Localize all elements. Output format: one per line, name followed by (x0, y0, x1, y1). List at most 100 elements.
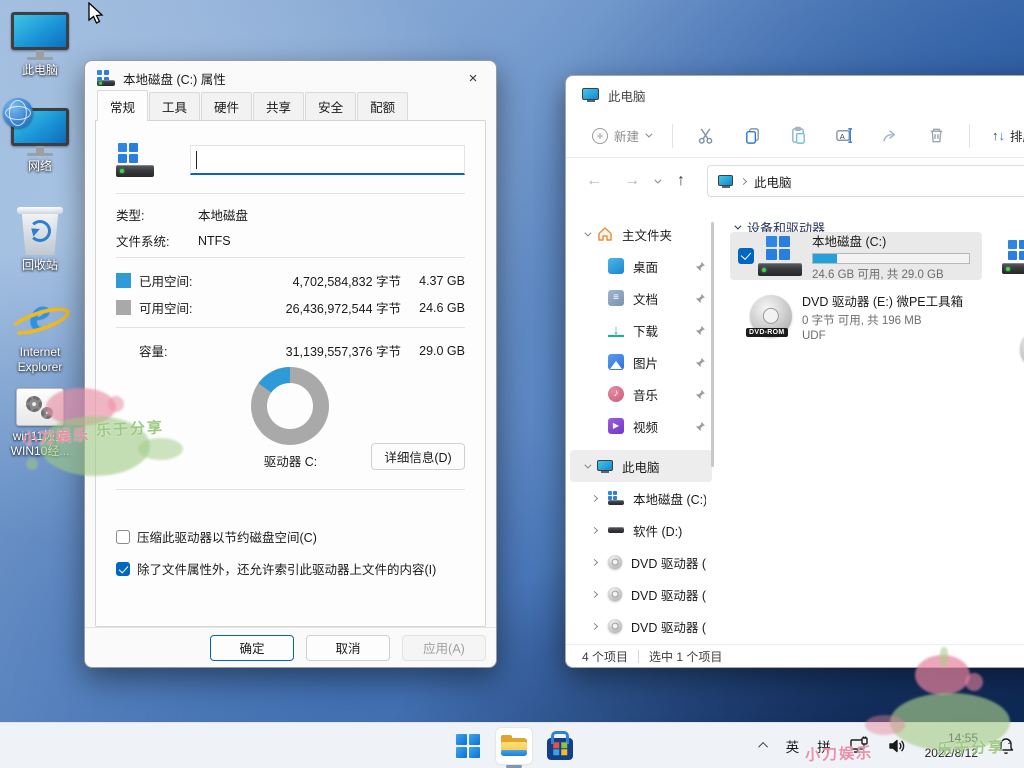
new-button[interactable]: + 新建 (584, 120, 658, 151)
desktop-icon-recycle-bin[interactable]: 回收站 (2, 205, 78, 273)
expand-chevron-icon[interactable] (591, 558, 598, 565)
sidebar-item-drive-c[interactable]: 本地磁盘 (C:) (570, 482, 712, 514)
drive-tile-dvd-e[interactable]: DVD-ROM DVD 驱动器 (E:) 微PE工具箱 0 字节 可用, 共 1… (730, 292, 982, 340)
share-icon (881, 126, 900, 145)
ok-button[interactable]: 确定 (210, 635, 294, 661)
tab-general[interactable]: 常规 (97, 90, 148, 121)
up-icon[interactable]: ↑ (669, 172, 693, 190)
forward-icon[interactable]: → (620, 172, 644, 190)
copy-button[interactable] (733, 120, 771, 152)
chevron-down-icon (645, 131, 652, 138)
index-checkbox[interactable] (116, 562, 130, 576)
dvd-icon (608, 587, 622, 601)
drive-icon-large (116, 143, 156, 177)
cut-button[interactable] (687, 120, 725, 152)
sidebar-item-documents[interactable]: ≡ 文档 (570, 282, 712, 314)
tab-hardware[interactable]: 硬件 (201, 92, 252, 121)
breadcrumb-this-pc[interactable]: 此电脑 (754, 172, 792, 191)
back-icon[interactable]: ← (582, 172, 606, 190)
expand-chevron-icon[interactable] (591, 494, 598, 501)
pin-icon (695, 421, 706, 432)
sidebar-item-pictures[interactable]: 图片 (570, 346, 712, 378)
this-pc-icon (11, 12, 69, 60)
free-space-swatch (116, 300, 131, 315)
compress-checkbox[interactable] (116, 530, 130, 544)
drive-tile-partial[interactable] (1020, 329, 1024, 369)
desktop-icon-label: 网络 (2, 159, 78, 174)
sidebar-scrollbar[interactable] (711, 222, 714, 467)
drive-info: 0 字节 可用, 共 196 MB (802, 312, 978, 328)
drive-c-icon (758, 236, 802, 276)
dialog-tabstrip: 常规 工具 硬件 共享 安全 配额 (85, 95, 496, 121)
filesystem-row: 文件系统: NTFS (116, 231, 465, 250)
address-bar[interactable]: 此电脑 (707, 165, 1024, 197)
details-button[interactable]: 详细信息(D) (371, 443, 465, 470)
free-bytes: 26,436,972,544 字节 (286, 298, 401, 317)
desktop-icon-network[interactable]: 网络 (2, 108, 78, 174)
delete-button[interactable] (917, 120, 955, 152)
taskbar-microsoft-store[interactable] (542, 728, 578, 764)
drive-tile-c[interactable]: 本地磁盘 (C:) 24.6 GB 可用, 共 29.0 GB (730, 232, 982, 280)
desktop-icon-label: Internet Explorer (5, 345, 75, 375)
desktop-icon-this-pc[interactable]: 此电脑 (2, 12, 78, 78)
gears-icon (16, 388, 64, 426)
index-checkbox-row[interactable]: 除了文件属性外，还允许索引此驱动器上文件的内容(I) (116, 559, 465, 578)
network-icon[interactable] (849, 736, 869, 756)
sort-button[interactable]: ↑↓ 排序 (984, 120, 1024, 151)
volume-name-input[interactable] (190, 145, 465, 175)
notification-bell-icon[interactable]: z (996, 736, 1016, 756)
close-icon[interactable]: × (456, 66, 490, 91)
sidebar-item-dvd-partial[interactable]: DVD 驱动器 (F:) (570, 610, 712, 642)
history-chevron-icon[interactable] (654, 176, 661, 183)
sidebar-item-home[interactable]: 主文件夹 (570, 218, 712, 250)
apply-button[interactable]: 应用(A) (402, 635, 486, 661)
music-icon: ♪ (608, 386, 624, 402)
rename-button[interactable]: A (825, 120, 863, 152)
svg-text:A: A (839, 132, 845, 141)
sidebar-item-dvd-e[interactable]: DVD 驱动器 (E:) (570, 546, 712, 578)
tray-overflow-chevron-icon[interactable] (758, 742, 768, 752)
speaker-icon[interactable] (887, 736, 907, 756)
expand-chevron-icon[interactable] (584, 229, 591, 236)
expand-chevron-icon[interactable] (591, 622, 598, 629)
taskbar-file-explorer[interactable] (496, 728, 532, 764)
ime-language-indicator[interactable]: 英 (786, 736, 800, 756)
paste-button[interactable] (779, 120, 817, 152)
sidebar-item-music[interactable]: ♪ 音乐 (570, 378, 712, 410)
desktop-icon-internet-explorer[interactable]: e Internet Explorer (2, 290, 78, 375)
taskbar-clock[interactable]: 14:55 2022/8/12 (925, 731, 978, 761)
sidebar-item-dvd-f[interactable]: DVD 驱动器 (F:) (570, 578, 712, 610)
sidebar-item-videos[interactable]: ▶ 视频 (570, 410, 712, 442)
this-pc-icon (582, 88, 599, 102)
expand-chevron-icon[interactable] (591, 526, 598, 533)
sidebar-item-this-pc[interactable]: 此电脑 (570, 450, 712, 482)
explorer-title: 此电脑 (608, 86, 646, 105)
sidebar-item-desktop[interactable]: 桌面 (570, 250, 712, 282)
selected-checkbox[interactable] (738, 248, 754, 264)
cancel-button[interactable]: 取消 (306, 635, 390, 661)
desktop-icon-win11-restore[interactable]: win11恢复 WIN10经... (2, 388, 78, 459)
drive-info: 24.6 GB 可用, 共 29.0 GB (812, 266, 978, 282)
used-space-swatch (116, 273, 131, 288)
scissors-icon (697, 126, 716, 145)
expand-chevron-icon[interactable] (584, 461, 591, 468)
downloads-icon: ↓ (608, 323, 624, 337)
compress-checkbox-row[interactable]: 压缩此驱动器以节约磁盘空间(C) (116, 527, 465, 546)
explorer-titlebar[interactable]: 此电脑 (566, 76, 1024, 114)
tab-sharing[interactable]: 共享 (253, 92, 304, 121)
tab-tools[interactable]: 工具 (149, 92, 200, 121)
start-button[interactable] (450, 728, 486, 764)
sidebar-item-drive-d[interactable]: 软件 (D:) (570, 514, 712, 546)
drive-tile-partial[interactable] (1002, 240, 1024, 274)
drive-usage-bar (812, 253, 970, 264)
dvd-icon: DVD-ROM (750, 295, 792, 337)
text-caret (196, 151, 197, 169)
ime-mode-indicator[interactable]: 拼 (817, 736, 831, 756)
expand-chevron-icon[interactable] (591, 590, 598, 597)
desktop: { "desktop": { "icons": [ { "label": "此电… (0, 0, 1024, 768)
tab-security[interactable]: 安全 (305, 92, 356, 121)
pin-icon (695, 389, 706, 400)
share-button[interactable] (871, 120, 909, 152)
tab-quota[interactable]: 配额 (357, 92, 408, 121)
sidebar-item-downloads[interactable]: ↓ 下载 (570, 314, 712, 346)
